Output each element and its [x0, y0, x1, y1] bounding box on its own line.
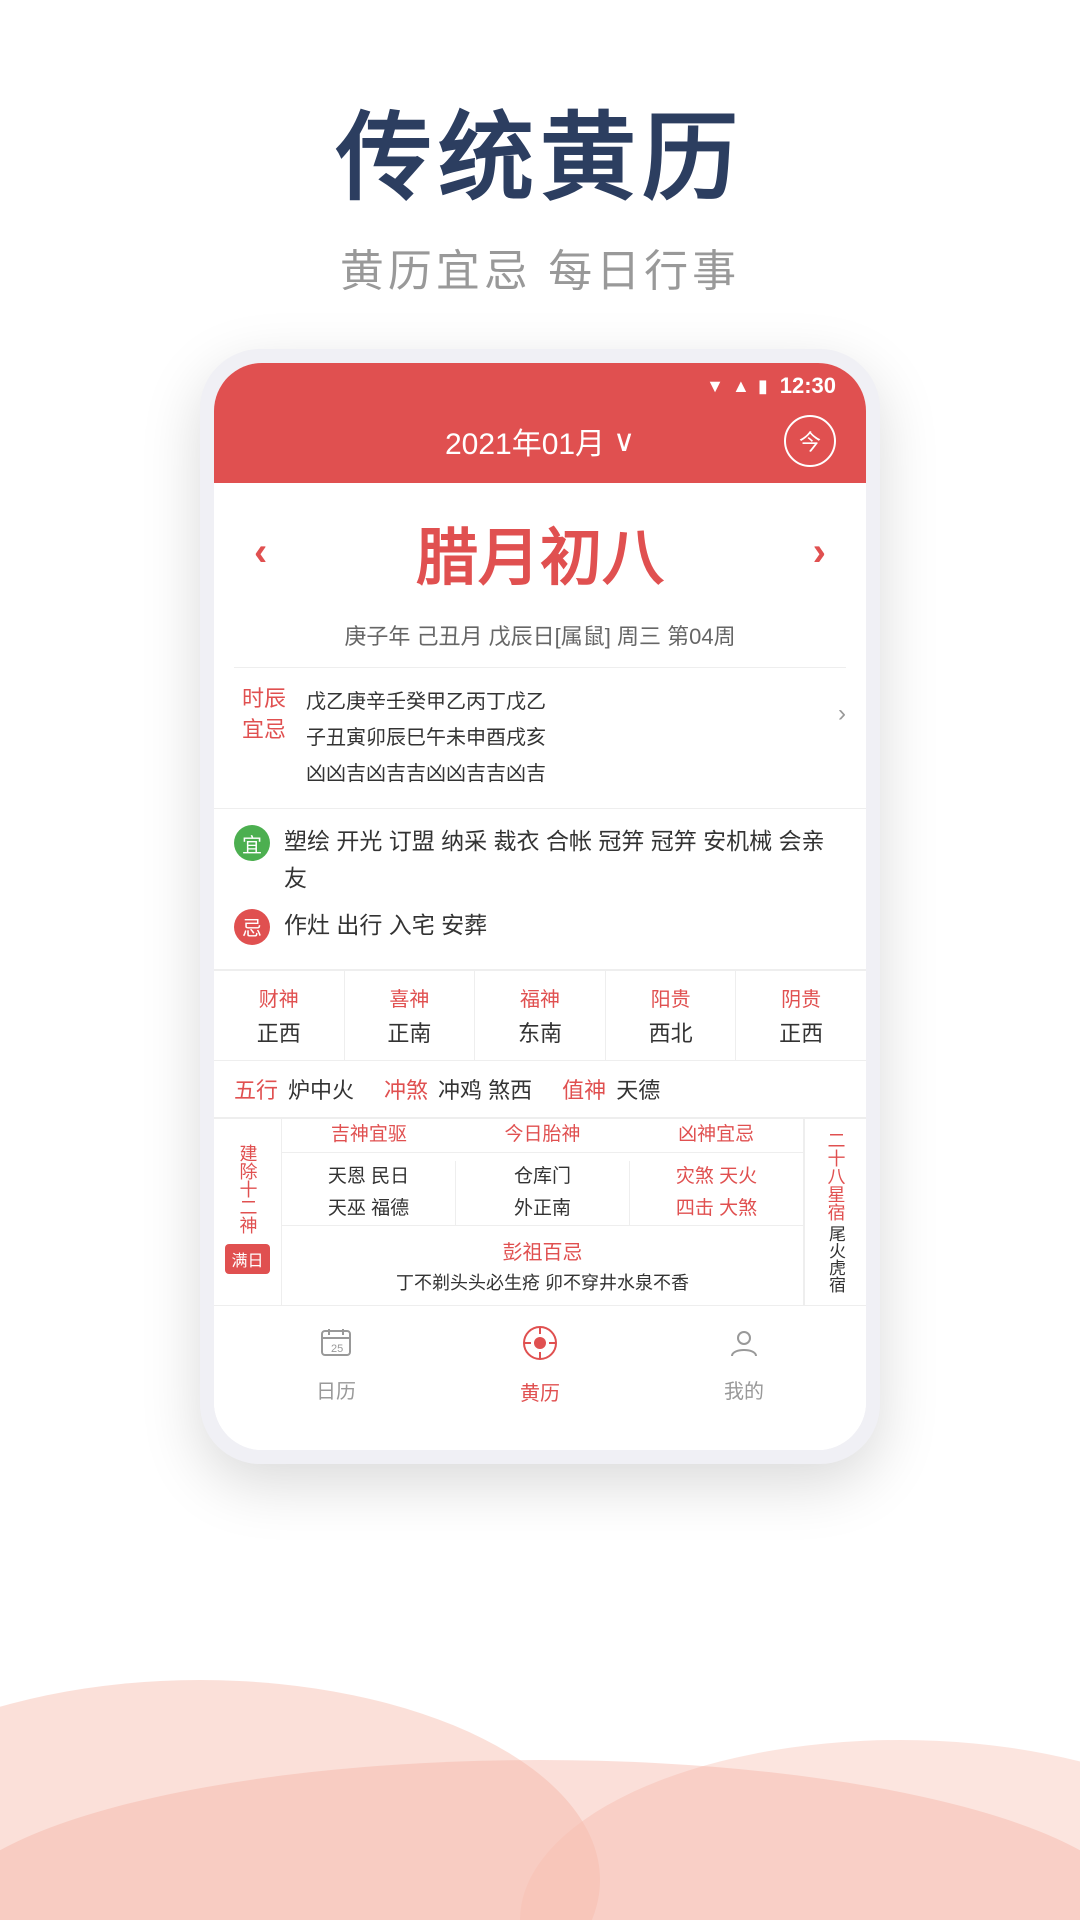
ganzhi-row: 庚子年 己丑月 戊辰日[属鼠] 周三 第04周 [214, 613, 866, 667]
app-title: 传统黄历 [0, 80, 1080, 219]
pengzu-title: 彭祖百忌 [296, 1236, 789, 1265]
phone-mockup: ▼ ▲ ▮ 12:30 2021年01月 ∨ 今 ‹ 腊月初八 › [200, 349, 880, 1464]
col-xiongshen: 灾煞 天火四击 大煞 [630, 1161, 803, 1226]
shichen-tiangan: 戊乙庚辛壬癸甲乙丙丁戊乙 [306, 684, 838, 720]
shichen-more-arrow[interactable]: › [838, 684, 846, 728]
pengzu-section: 彭祖百忌 丁不剃头头必生疮 卯不穿井水泉不香 [282, 1225, 803, 1305]
wifi-icon: ▼ [706, 376, 724, 397]
main-content: ‹ 腊月初八 › 庚子年 己丑月 戊辰日[属鼠] 周三 第04周 时辰 宜忌 戊… [214, 483, 866, 1450]
ganzhi-text: 庚子年 己丑月 戊辰日[属鼠] 周三 第04周 [344, 624, 735, 649]
nav-item-calendar[interactable]: 25 日历 [316, 1326, 356, 1404]
shen-name-4: 阴贵 [742, 983, 860, 1012]
shichen-jixiong: 凶凶吉凶吉吉凶凶吉吉凶吉 [306, 756, 838, 792]
chong-label: 冲煞 [384, 1073, 428, 1105]
col-header-xiongshen: 凶神宜忌 [629, 1119, 803, 1152]
shen-name-2: 福神 [481, 983, 599, 1012]
nav-item-huangli[interactable]: 黄历 [520, 1324, 560, 1406]
wuxing-row: 五行 炉中火 冲煞 冲鸡 煞西 值神 天德 [214, 1061, 866, 1118]
app-header: 2021年01月 ∨ 今 [214, 409, 866, 483]
ershiba-label: 二十八星宿 [823, 1131, 849, 1221]
shichen-section: 时辰 宜忌 戊乙庚辛壬癸甲乙丙丁戊乙 子丑寅卯辰巳午未申酉戌亥 凶凶吉凶吉吉凶凶… [214, 668, 866, 809]
signal-icon: ▲ [732, 376, 750, 397]
calendar-icon: 25 [319, 1326, 353, 1369]
ji-row: 忌 作灶 出行 入宅 安葬 [234, 907, 846, 945]
shen-direction-table: 财神 正西 喜神 正南 福神 东南 阳贵 西北 阴贵 正西 [214, 970, 866, 1061]
nav-label-huangli: 黄历 [520, 1377, 560, 1406]
yi-text: 塑绘 开光 订盟 纳采 裁衣 合帐 冠笄 冠笄 安机械 会亲友 [284, 823, 846, 897]
lunar-date-row: ‹ 腊月初八 › [214, 483, 866, 613]
col-header-taishen: 今日胎神 [456, 1119, 630, 1152]
shen-cell-0: 财神 正西 [214, 971, 345, 1060]
shichen-content: 戊乙庚辛壬癸甲乙丙丁戊乙 子丑寅卯辰巳午未申酉戌亥 凶凶吉凶吉吉凶凶吉吉凶吉 [306, 684, 838, 792]
detail-main: 吉神宜驱 今日胎神 凶神宜忌 天恩 民日天巫 福德 仓库门外正南 灾煞 天火四击… [282, 1119, 804, 1306]
detail-section: 建除十二神 满日 吉神宜驱 今日胎神 凶神宜忌 天恩 民日天巫 福德 仓库门外正… [214, 1118, 866, 1306]
shen-name-3: 阳贵 [612, 983, 730, 1012]
shen-cell-2: 福神 东南 [475, 971, 606, 1060]
next-day-button[interactable]: › [813, 530, 826, 575]
detail-content-row: 天恩 民日天巫 福德 仓库门外正南 灾煞 天火四击 大煞 [282, 1161, 803, 1226]
nav-label-mine: 我的 [724, 1375, 764, 1404]
jian-label: 建除十二神 [235, 1144, 261, 1234]
shen-dir-2: 东南 [481, 1016, 599, 1048]
app-subtitle: 黄历宜忌 每日行事 [0, 235, 1080, 299]
pengzu-text: 丁不剃头头必生疮 卯不穿井水泉不香 [296, 1269, 789, 1295]
svg-text:25: 25 [331, 1343, 343, 1355]
shichen-label: 时辰 宜忌 [234, 684, 294, 746]
col-jishen: 天恩 民日天巫 福德 [282, 1161, 456, 1226]
shichen-dizhi: 子丑寅卯辰巳午未申酉戌亥 [306, 720, 838, 756]
ji-text: 作灶 出行 入宅 安葬 [284, 907, 487, 944]
month-selector[interactable]: 2021年01月 ∨ [445, 419, 635, 463]
shen-dir-1: 正南 [351, 1016, 469, 1048]
shen-dir-0: 正西 [220, 1016, 338, 1048]
battery-icon: ▮ [758, 376, 768, 397]
ershiba-col: 二十八星宿 尾火虎宿 [804, 1119, 866, 1306]
nav-label-calendar: 日历 [316, 1375, 356, 1404]
status-icons: ▼ ▲ ▮ [706, 376, 768, 397]
mine-icon [727, 1326, 761, 1369]
prev-day-button[interactable]: ‹ [254, 530, 267, 575]
status-bar: ▼ ▲ ▮ 12:30 [214, 363, 866, 409]
col-taishen: 仓库门外正南 [456, 1161, 630, 1226]
status-time: 12:30 [780, 373, 836, 399]
shen-cell-3: 阳贵 西北 [606, 971, 737, 1060]
jian-chu-col: 建除十二神 满日 [214, 1119, 282, 1306]
dropdown-icon: ∨ [613, 424, 635, 459]
shichen-label-1: 时辰 [242, 686, 286, 711]
man-badge: 满日 [225, 1244, 269, 1274]
header-area: 传统黄历 黄历宜忌 每日行事 [0, 0, 1080, 299]
nav-item-mine[interactable]: 我的 [724, 1326, 764, 1404]
shen-dir-4: 正西 [742, 1016, 860, 1048]
shen-dir-3: 西北 [612, 1016, 730, 1048]
lunar-date: 腊月初八 [416, 507, 664, 597]
shen-cell-4: 阴贵 正西 [736, 971, 866, 1060]
wuxing-val: 炉中火 [288, 1073, 354, 1105]
xiu-text: 尾火虎宿 [823, 1225, 848, 1293]
today-button[interactable]: 今 [784, 415, 836, 467]
shen-name-1: 喜神 [351, 983, 469, 1012]
yiji-section: 宜 塑绘 开光 订盟 纳采 裁衣 合帐 冠笄 冠笄 安机械 会亲友 忌 作灶 出… [214, 809, 866, 970]
shichen-label-2: 宜忌 [242, 717, 286, 742]
wuxing-label: 五行 [234, 1073, 278, 1105]
zhishen-val: 天德 [616, 1073, 660, 1105]
yi-badge: 宜 [234, 825, 270, 861]
zhishen-label: 值神 [562, 1073, 606, 1105]
bottom-nav: 25 日历 [214, 1305, 866, 1430]
shen-cell-1: 喜神 正南 [345, 971, 476, 1060]
detail-header-row: 吉神宜驱 今日胎神 凶神宜忌 [282, 1119, 803, 1153]
col-header-jishen: 吉神宜驱 [282, 1119, 456, 1152]
yi-row: 宜 塑绘 开光 订盟 纳采 裁衣 合帐 冠笄 冠笄 安机械 会亲友 [234, 823, 846, 897]
chong-val: 冲鸡 煞西 [438, 1073, 532, 1105]
month-year-label: 2021年01月 [445, 419, 605, 463]
ji-badge: 忌 [234, 909, 270, 945]
shen-name-0: 财神 [220, 983, 338, 1012]
huangli-icon [521, 1324, 559, 1371]
phone-screen: ▼ ▲ ▮ 12:30 2021年01月 ∨ 今 ‹ 腊月初八 › [214, 363, 866, 1450]
